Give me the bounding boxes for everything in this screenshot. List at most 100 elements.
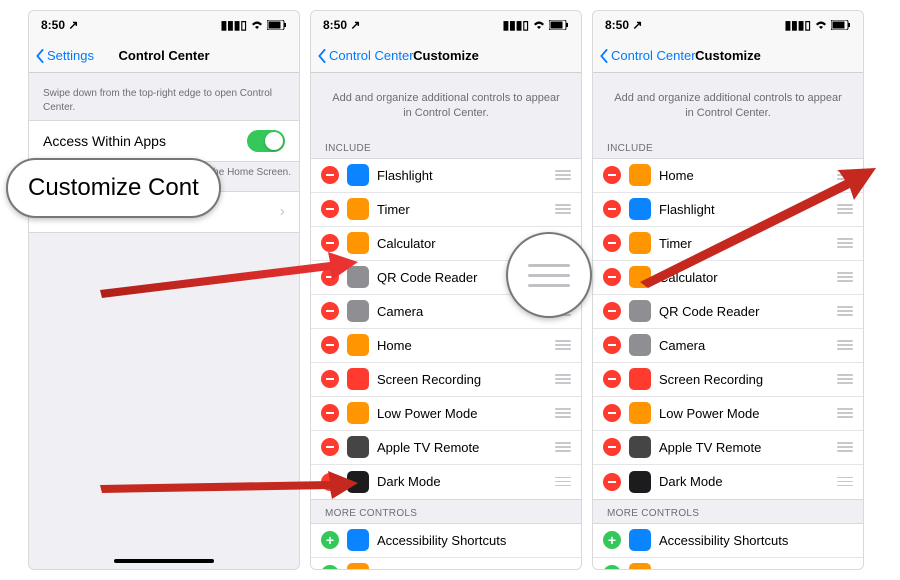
app-icon (347, 164, 369, 186)
drag-handle-icon[interactable] (835, 306, 853, 316)
control-row[interactable]: Calculator (593, 261, 863, 295)
remove-button[interactable] (321, 438, 339, 456)
control-row[interactable]: Apple TV Remote (593, 431, 863, 465)
remove-button[interactable] (321, 302, 339, 320)
add-button[interactable] (603, 565, 621, 569)
row-label: Home (659, 168, 835, 183)
section-label-more: MORE CONTROLS (593, 500, 863, 523)
remove-button[interactable] (321, 404, 339, 422)
remove-button[interactable] (603, 268, 621, 286)
app-icon (347, 232, 369, 254)
row-label: QR Code Reader (659, 304, 835, 319)
customize-controls-row[interactable]: Customize Controls › (29, 192, 299, 232)
remove-button[interactable] (321, 370, 339, 388)
control-row[interactable]: Dark Mode (593, 465, 863, 499)
drag-handle-icon[interactable] (553, 442, 571, 452)
control-row[interactable]: Camera (311, 295, 581, 329)
drag-handle-icon[interactable] (553, 204, 571, 214)
drag-handle-icon[interactable] (553, 374, 571, 384)
drag-handle-icon[interactable] (835, 170, 853, 180)
remove-button[interactable] (603, 370, 621, 388)
row-label: Apple TV Remote (659, 440, 835, 455)
control-row[interactable]: Screen Recording (593, 363, 863, 397)
include-list: FlashlightTimerCalculatorQR Code Reader C… (311, 158, 581, 500)
nav-bar: Control Center Customize (311, 39, 581, 73)
remove-button[interactable] (603, 404, 621, 422)
remove-button[interactable] (321, 200, 339, 218)
control-row[interactable]: Accessibility Shortcuts (593, 524, 863, 558)
drag-handle-icon[interactable] (835, 477, 853, 487)
page-title: Control Center (119, 48, 210, 63)
row-label: Accessibility Shortcuts (377, 533, 571, 548)
drag-handle-icon[interactable] (835, 442, 853, 452)
remove-button[interactable] (603, 438, 621, 456)
row-label: Dark Mode (377, 474, 553, 489)
remove-button[interactable] (321, 336, 339, 354)
back-button[interactable]: Control Center (317, 48, 414, 63)
control-row[interactable]: Apple TV Remote (311, 431, 581, 465)
remove-button[interactable] (321, 166, 339, 184)
drag-handle-icon[interactable] (553, 170, 571, 180)
drag-handle-icon[interactable] (553, 306, 571, 316)
drag-handle-icon[interactable] (553, 340, 571, 350)
battery-icon (831, 20, 851, 30)
control-row[interactable]: Screen Recording (311, 363, 581, 397)
control-row[interactable]: QR Code Reader (593, 295, 863, 329)
remove-button[interactable] (321, 234, 339, 252)
row-label: Camera (377, 304, 553, 319)
nav-bar: Control Center Customize (593, 39, 863, 73)
status-bar: 8:50 ↗ ▮▮▮▯ (29, 11, 299, 39)
control-row[interactable]: Low Power Mode (593, 397, 863, 431)
remove-button[interactable] (603, 166, 621, 184)
remove-button[interactable] (603, 473, 621, 491)
row-label: Camera (659, 338, 835, 353)
wifi-icon (250, 20, 264, 30)
remove-button[interactable] (321, 473, 339, 491)
app-icon (629, 529, 651, 551)
drag-handle-icon[interactable] (835, 408, 853, 418)
app-icon (629, 368, 651, 390)
back-button[interactable]: Control Center (599, 48, 696, 63)
drag-handle-icon[interactable] (835, 238, 853, 248)
drag-handle-icon[interactable] (835, 374, 853, 384)
control-row[interactable]: Dark Mode (311, 465, 581, 499)
include-list: Home FlashlightTimer Calculator QR Code Rea… (593, 158, 863, 500)
control-row[interactable]: Flashlight (593, 193, 863, 227)
control-row[interactable]: Alarm (593, 558, 863, 569)
add-button[interactable] (603, 531, 621, 549)
control-row[interactable]: Flashlight (311, 159, 581, 193)
control-row[interactable]: Calculator (311, 227, 581, 261)
row-label: Apple TV Remote (377, 440, 553, 455)
drag-handle-icon[interactable] (835, 204, 853, 214)
drag-handle-icon[interactable] (553, 238, 571, 248)
footer-text: pps. When disabled, the Home Screen. (29, 162, 299, 191)
drag-handle-icon[interactable] (553, 477, 571, 487)
back-button[interactable]: Settings (35, 48, 94, 63)
control-row[interactable]: QR Code Reader (311, 261, 581, 295)
control-row[interactable]: Timer (593, 227, 863, 261)
control-row[interactable]: Home (593, 159, 863, 193)
remove-button[interactable] (603, 200, 621, 218)
control-row[interactable]: Low Power Mode (311, 397, 581, 431)
remove-button[interactable] (321, 268, 339, 286)
drag-handle-icon[interactable] (835, 272, 853, 282)
chevron-right-icon: › (280, 203, 285, 221)
add-button[interactable] (321, 565, 339, 569)
control-row[interactable]: Home (311, 329, 581, 363)
add-button[interactable] (321, 531, 339, 549)
row-label: Calculator (659, 270, 835, 285)
drag-handle-icon[interactable] (553, 272, 571, 282)
drag-handle-icon[interactable] (835, 340, 853, 350)
control-row[interactable]: Camera (593, 329, 863, 363)
section-label-include: INCLUDE (311, 135, 581, 158)
access-within-apps-row[interactable]: Access Within Apps (29, 121, 299, 161)
remove-button[interactable] (603, 234, 621, 252)
battery-icon (549, 20, 569, 30)
control-row[interactable]: Alarm (311, 558, 581, 569)
toggle-switch[interactable] (247, 130, 285, 152)
remove-button[interactable] (603, 336, 621, 354)
drag-handle-icon[interactable] (553, 408, 571, 418)
remove-button[interactable] (603, 302, 621, 320)
control-row[interactable]: Accessibility Shortcuts (311, 524, 581, 558)
control-row[interactable]: Timer (311, 193, 581, 227)
